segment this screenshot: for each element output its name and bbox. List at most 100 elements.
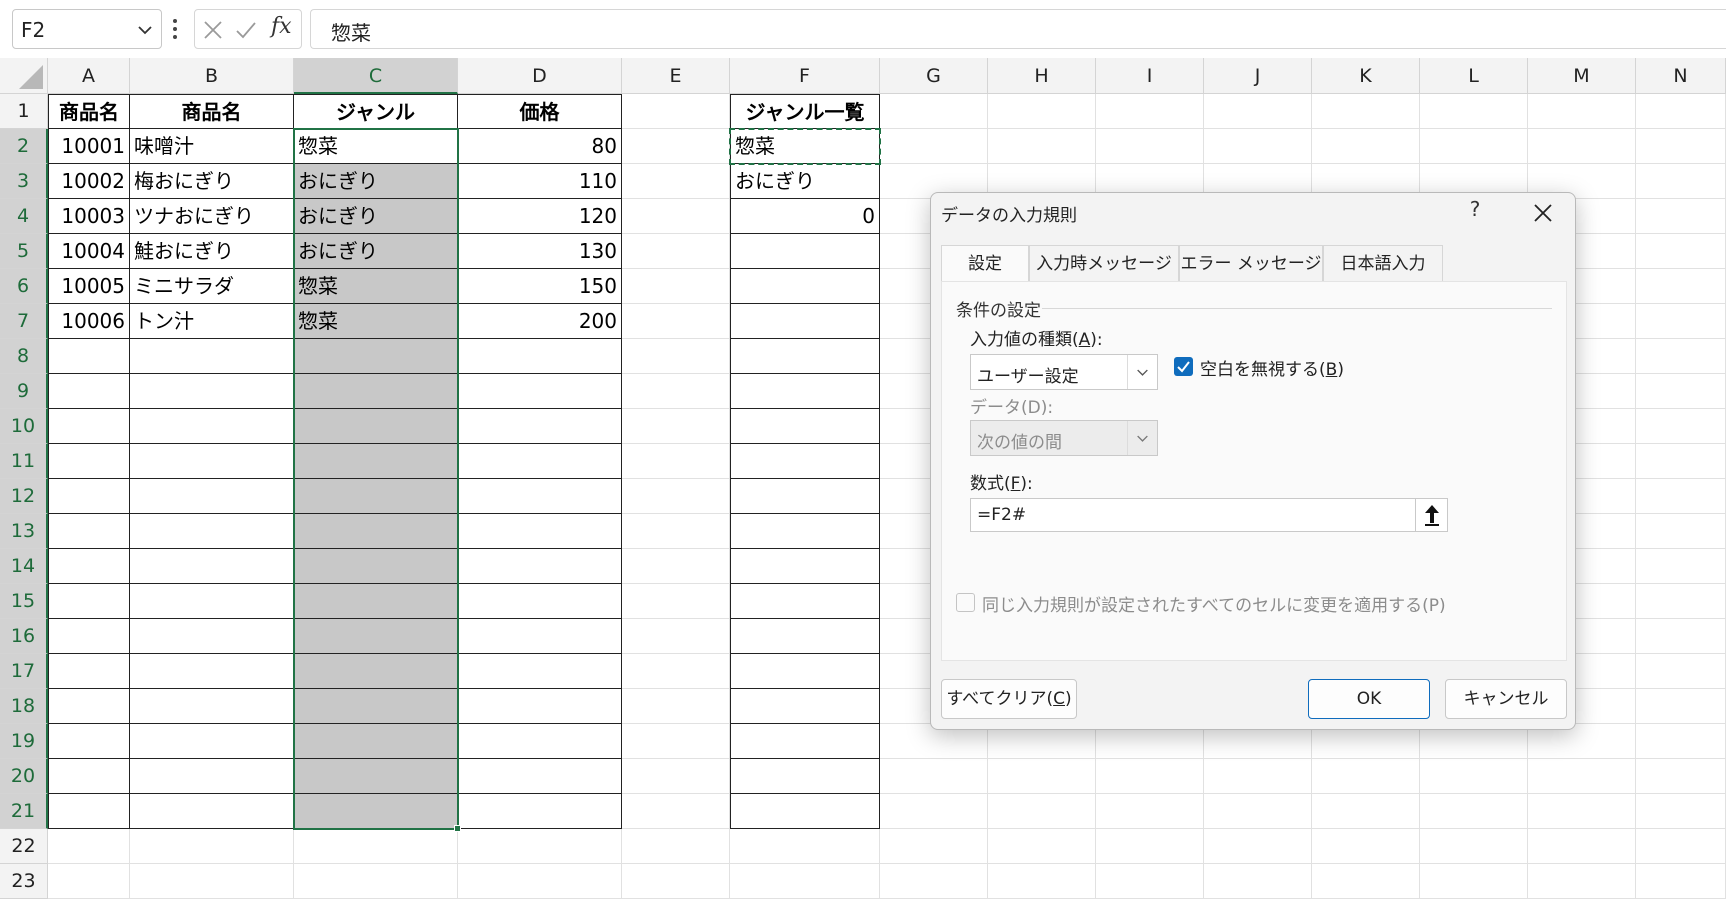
cell[interactable] xyxy=(48,444,130,479)
cell[interactable] xyxy=(294,724,458,759)
cell[interactable] xyxy=(1528,864,1636,899)
cell[interactable] xyxy=(730,759,880,794)
cell[interactable] xyxy=(294,514,458,549)
cell[interactable] xyxy=(458,654,622,689)
cell[interactable]: 商品名 xyxy=(130,94,294,129)
column-header[interactable]: B xyxy=(130,58,294,94)
cell[interactable]: 0 xyxy=(730,199,880,234)
cell[interactable] xyxy=(988,129,1096,164)
cell[interactable] xyxy=(458,444,622,479)
cell[interactable] xyxy=(294,549,458,584)
cell[interactable] xyxy=(1636,724,1726,759)
formula-input[interactable]: 惣菜 xyxy=(310,9,1726,49)
enter-check-icon[interactable] xyxy=(235,20,257,40)
cell[interactable]: トン汁 xyxy=(130,304,294,339)
cancel-icon[interactable] xyxy=(203,20,223,40)
cell[interactable] xyxy=(730,619,880,654)
select-all-corner[interactable] xyxy=(0,58,48,94)
allow-select[interactable]: ユーザー設定 xyxy=(970,354,1158,390)
cell[interactable] xyxy=(730,794,880,829)
cell[interactable] xyxy=(1312,759,1420,794)
cell[interactable] xyxy=(130,514,294,549)
row-header[interactable]: 16 xyxy=(0,619,48,654)
apply-all-checkbox[interactable] xyxy=(956,593,975,612)
cell[interactable] xyxy=(130,374,294,409)
cell[interactable] xyxy=(622,654,730,689)
cell[interactable] xyxy=(730,829,880,864)
cell[interactable] xyxy=(1096,794,1204,829)
cell[interactable] xyxy=(1312,94,1420,129)
cell[interactable]: 惣菜 xyxy=(730,129,880,164)
tab-error-message[interactable]: エラー メッセージ xyxy=(1179,245,1323,281)
cancel-button[interactable]: キャンセル xyxy=(1445,679,1567,719)
cell[interactable] xyxy=(130,339,294,374)
row-header[interactable]: 6 xyxy=(0,269,48,304)
row-header[interactable]: 13 xyxy=(0,514,48,549)
cell[interactable]: 梅おにぎり xyxy=(130,164,294,199)
cell[interactable] xyxy=(1312,829,1420,864)
cell[interactable]: 150 xyxy=(458,269,622,304)
cell[interactable] xyxy=(1096,129,1204,164)
cell[interactable] xyxy=(1204,129,1312,164)
cell[interactable] xyxy=(1636,374,1726,409)
cell[interactable] xyxy=(1636,549,1726,584)
cell[interactable]: 鮭おにぎり xyxy=(130,234,294,269)
cell[interactable]: 80 xyxy=(458,129,622,164)
cell[interactable]: ジャンル一覧 xyxy=(730,94,880,129)
cell[interactable] xyxy=(622,794,730,829)
collapse-dialog-button[interactable] xyxy=(1415,499,1447,531)
cell[interactable] xyxy=(730,514,880,549)
cell[interactable] xyxy=(1204,759,1312,794)
cell[interactable] xyxy=(1096,864,1204,899)
cell[interactable] xyxy=(1204,94,1312,129)
cell[interactable] xyxy=(1420,794,1528,829)
cell[interactable] xyxy=(48,374,130,409)
cell[interactable] xyxy=(1636,479,1726,514)
cell[interactable] xyxy=(458,409,622,444)
cell[interactable] xyxy=(130,444,294,479)
cell[interactable]: 10002 xyxy=(48,164,130,199)
cell[interactable] xyxy=(1204,864,1312,899)
cell[interactable] xyxy=(1636,234,1726,269)
cell[interactable] xyxy=(988,94,1096,129)
cell[interactable] xyxy=(48,829,130,864)
cell[interactable] xyxy=(1528,759,1636,794)
row-header[interactable]: 19 xyxy=(0,724,48,759)
cell[interactable] xyxy=(622,234,730,269)
cell[interactable] xyxy=(1636,269,1726,304)
cell[interactable] xyxy=(458,549,622,584)
cell[interactable] xyxy=(48,654,130,689)
cell[interactable]: 商品名 xyxy=(48,94,130,129)
cell[interactable]: 10001 xyxy=(48,129,130,164)
cell[interactable] xyxy=(1636,94,1726,129)
cell[interactable] xyxy=(1096,94,1204,129)
cell[interactable] xyxy=(1636,759,1726,794)
cell[interactable] xyxy=(458,584,622,619)
name-box[interactable]: F2 xyxy=(12,9,162,49)
cell[interactable] xyxy=(730,444,880,479)
row-header[interactable]: 7 xyxy=(0,304,48,339)
column-header[interactable]: G xyxy=(880,58,988,94)
cell[interactable] xyxy=(622,94,730,129)
cell[interactable] xyxy=(988,759,1096,794)
cell[interactable] xyxy=(458,374,622,409)
column-header[interactable]: N xyxy=(1636,58,1726,94)
tab-input-message[interactable]: 入力時メッセージ xyxy=(1029,245,1179,281)
cell[interactable] xyxy=(130,409,294,444)
cell[interactable] xyxy=(622,864,730,899)
ok-button[interactable]: OK xyxy=(1308,679,1430,719)
cell[interactable] xyxy=(730,304,880,339)
cell[interactable] xyxy=(622,829,730,864)
cell[interactable] xyxy=(48,619,130,654)
cell[interactable] xyxy=(294,339,458,374)
row-header[interactable]: 20 xyxy=(0,759,48,794)
cell[interactable] xyxy=(48,339,130,374)
cell[interactable] xyxy=(622,619,730,654)
cell[interactable]: 価格 xyxy=(458,94,622,129)
cell[interactable] xyxy=(730,479,880,514)
row-header[interactable]: 10 xyxy=(0,409,48,444)
cell[interactable]: 10004 xyxy=(48,234,130,269)
cell[interactable] xyxy=(730,234,880,269)
cell[interactable] xyxy=(458,514,622,549)
row-header[interactable]: 15 xyxy=(0,584,48,619)
